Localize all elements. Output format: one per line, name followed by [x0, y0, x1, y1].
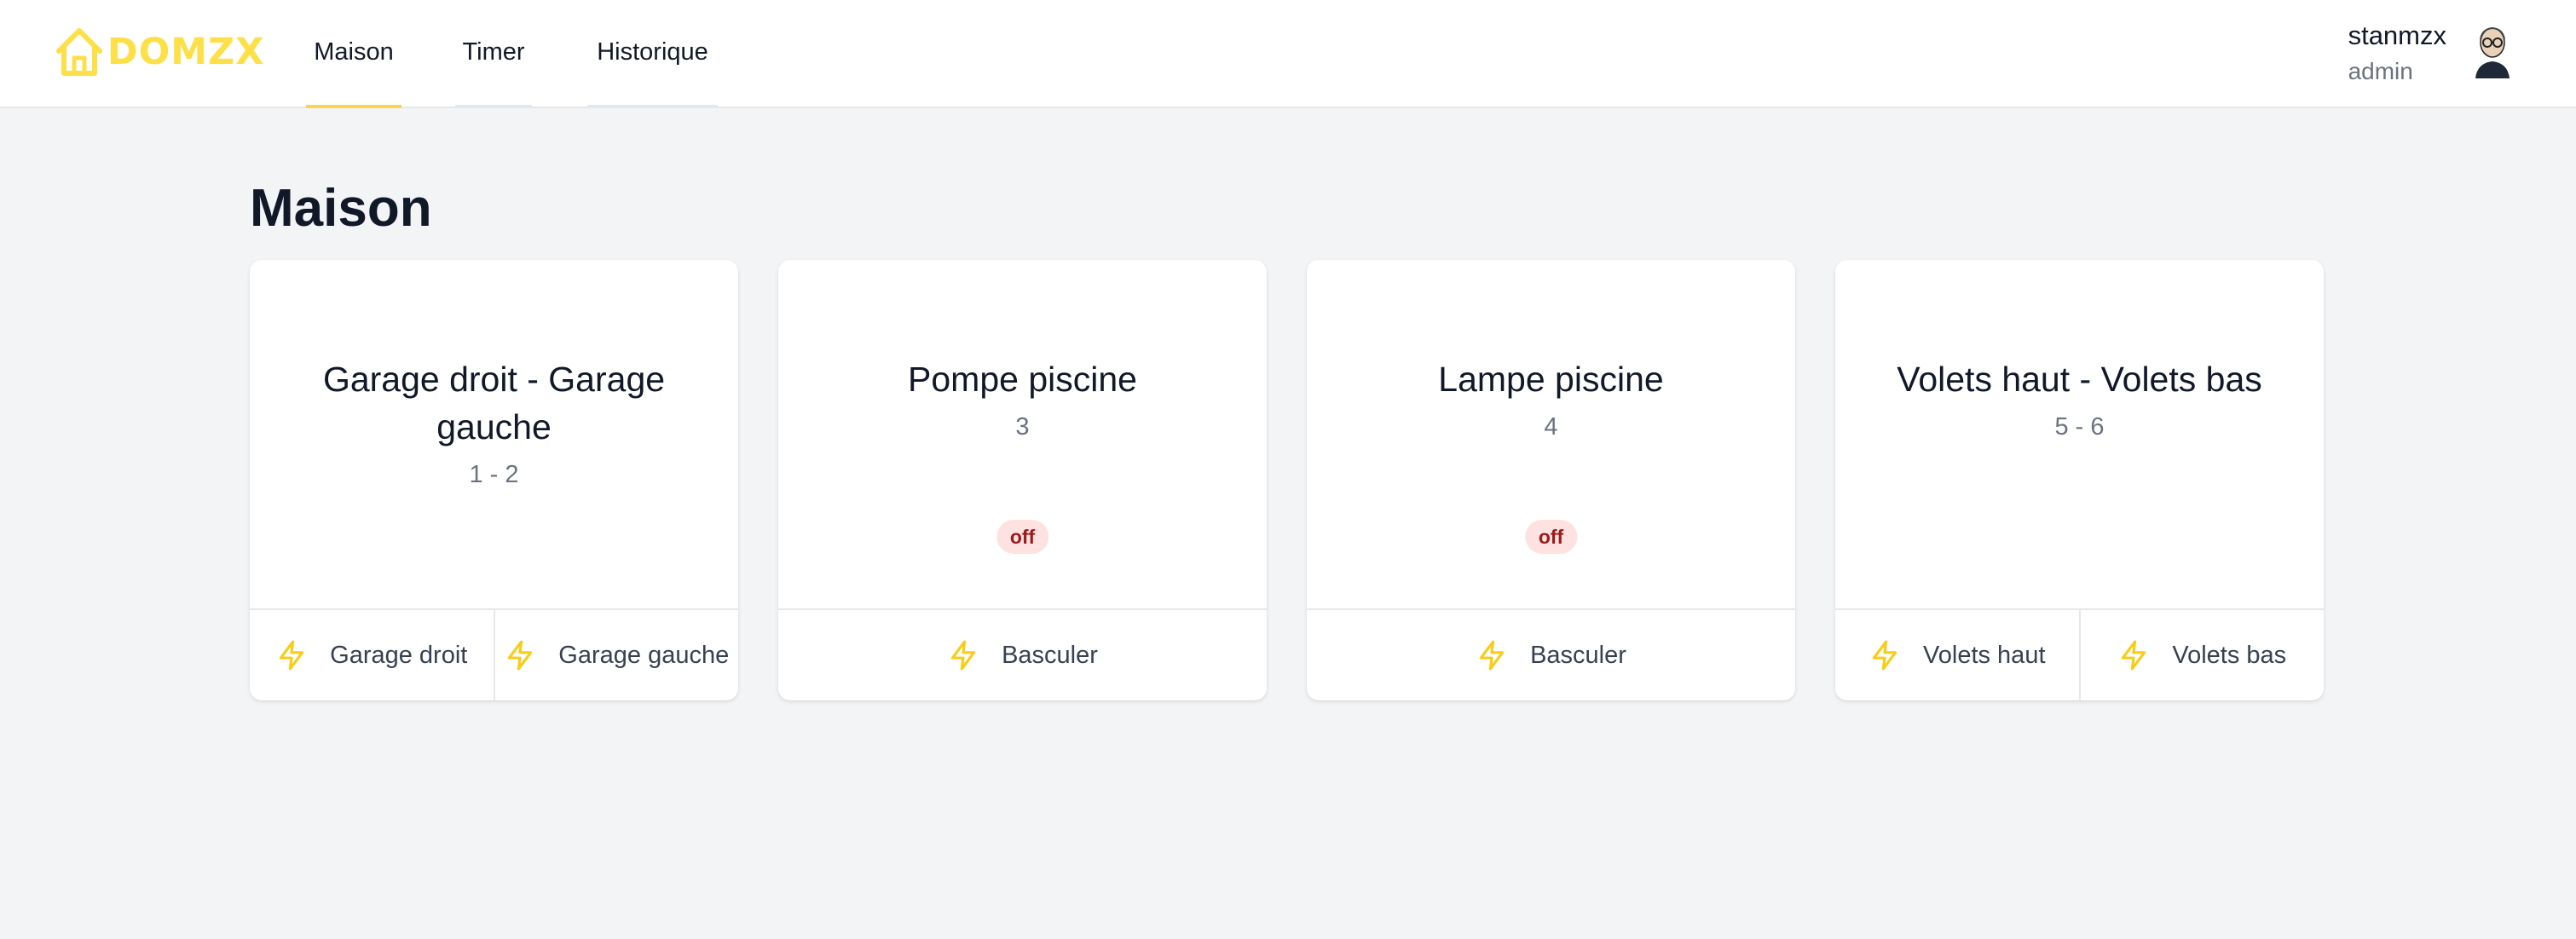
lightning-icon — [1872, 640, 1897, 671]
card-body: Lampe piscine 4 off — [1307, 260, 1795, 609]
action-label: Volets haut — [1923, 641, 2046, 669]
card-title: Pompe piscine — [908, 360, 1137, 399]
card-footer: Garage droit Garage gauche — [250, 608, 738, 700]
status-badge: off — [1524, 520, 1578, 554]
device-card: Pompe piscine 3 off Basculer — [778, 260, 1267, 700]
card-footer: Volets haut Volets bas — [1835, 608, 2324, 700]
user-info: stanmzx admin — [2348, 17, 2446, 89]
tab-maison[interactable]: Maison — [306, 0, 401, 108]
basculer-button[interactable]: Basculer — [778, 610, 1267, 700]
lightning-icon — [1479, 640, 1505, 671]
tab-timer[interactable]: Timer — [455, 0, 532, 108]
lightning-icon — [508, 640, 533, 671]
card-footer: Basculer — [778, 608, 1267, 700]
volets-bas-button[interactable]: Volets bas — [2078, 610, 2325, 700]
card-title: Lampe piscine — [1438, 360, 1664, 399]
action-label: Garage droit — [330, 641, 468, 669]
user-role: admin — [2348, 58, 2413, 84]
garage-gauche-button[interactable]: Garage gauche — [493, 610, 739, 700]
device-card: Lampe piscine 4 off Basculer — [1307, 260, 1795, 700]
tab-historique[interactable]: Historique — [587, 0, 718, 108]
status-badge: off — [996, 520, 1049, 554]
card-body: Garage droit - Garage gauche 1 - 2 — [250, 260, 738, 609]
logo[interactable]: DOMZX — [55, 26, 264, 78]
user-name: stanmzx — [2348, 20, 2446, 50]
card-subtitle: 3 — [1015, 413, 1030, 441]
card-body: Volets haut - Volets bas 5 - 6 — [1835, 260, 2324, 609]
lightning-icon — [279, 640, 304, 671]
volets-haut-button[interactable]: Volets haut — [1835, 610, 2079, 700]
action-label: Garage gauche — [558, 641, 730, 669]
lightning-icon — [2122, 640, 2146, 671]
avatar-icon[interactable] — [2472, 24, 2513, 78]
action-label: Volets bas — [2172, 641, 2287, 669]
top-navbar: DOMZX Maison Timer Historique stanmzx ad… — [0, 0, 2576, 108]
card-subtitle: 1 - 2 — [469, 461, 519, 488]
card-title: Garage droit - Garage gauche — [322, 360, 666, 446]
logo-text: DOMZX — [107, 30, 265, 73]
card-body: Pompe piscine 3 off — [778, 260, 1267, 609]
card-subtitle: 5 - 6 — [2054, 413, 2105, 441]
page-title: Maison — [250, 179, 432, 238]
lightning-icon — [950, 640, 976, 671]
garage-droit-button[interactable]: Garage droit — [250, 610, 494, 700]
basculer-button[interactable]: Basculer — [1307, 610, 1795, 700]
action-label: Basculer — [1530, 641, 1626, 669]
house-icon — [56, 28, 102, 76]
card-footer: Basculer — [1307, 608, 1795, 700]
card-subtitle: 4 — [1544, 413, 1558, 441]
card-title: Volets haut - Volets bas — [1897, 360, 2262, 399]
action-label: Basculer — [1002, 641, 1098, 669]
device-card: Garage droit - Garage gauche 1 - 2 Garag… — [250, 260, 738, 700]
device-card: Volets haut - Volets bas 5 - 6 Volets ha… — [1835, 260, 2324, 700]
